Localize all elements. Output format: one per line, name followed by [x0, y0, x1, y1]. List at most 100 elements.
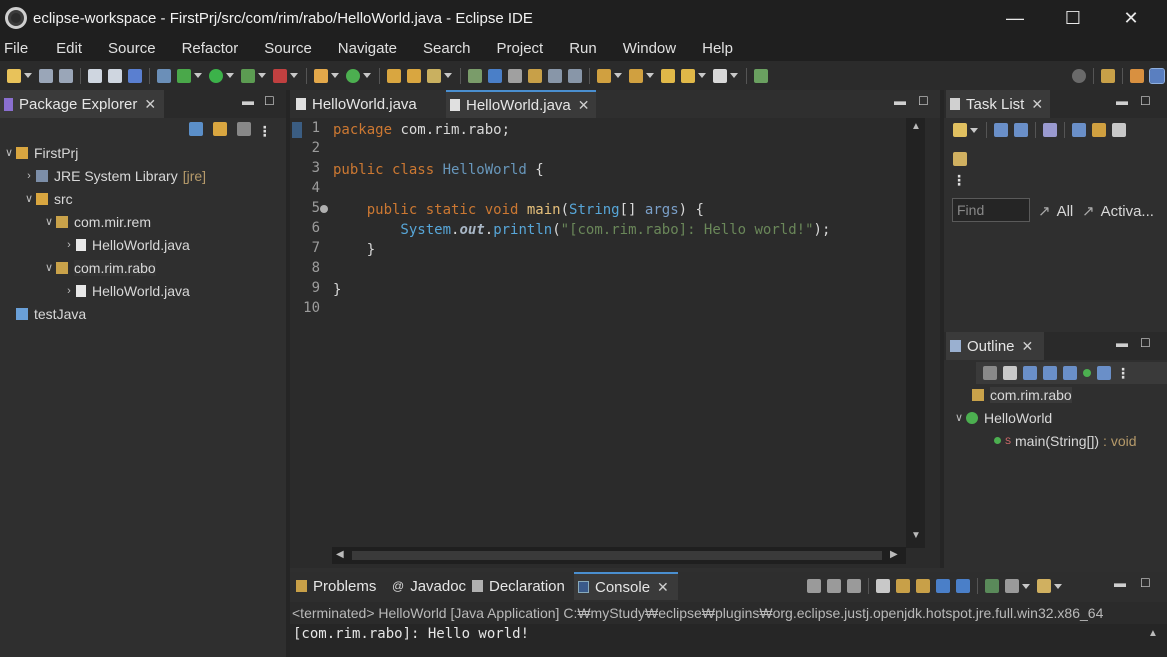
- terminal-icon[interactable]: [128, 68, 142, 83]
- save-icon[interactable]: [39, 68, 53, 83]
- menu-run[interactable]: Run: [564, 40, 606, 57]
- maximize-view-icon[interactable]: ☐: [918, 94, 929, 108]
- hide-completed-icon[interactable]: [1072, 123, 1086, 137]
- save-all-icon[interactable]: [59, 68, 73, 83]
- hide-non-public-icon[interactable]: [1063, 366, 1077, 380]
- scroll-left-icon[interactable]: ◀: [336, 549, 344, 560]
- toggle-breadcrumb-icon[interactable]: [468, 68, 482, 83]
- pin-console-icon[interactable]: [985, 579, 999, 593]
- sort-icon[interactable]: [983, 366, 997, 380]
- new-dropdown-icon[interactable]: [24, 73, 32, 78]
- close-icon[interactable]: ✕: [1022, 338, 1034, 355]
- close-icon[interactable]: ✕: [578, 97, 590, 114]
- outline-item-package[interactable]: com.rim.rabo: [972, 383, 1072, 406]
- editor-tab-helloworld-2[interactable]: HelloWorld.java ✕: [446, 90, 596, 118]
- chevron-right-icon[interactable]: ›: [22, 170, 36, 182]
- terminate-icon[interactable]: [807, 579, 821, 593]
- menu-file[interactable]: File: [0, 40, 37, 57]
- block-selection-icon[interactable]: [508, 68, 522, 83]
- open-console-icon[interactable]: [1037, 579, 1051, 593]
- task-repository-icon[interactable]: [953, 152, 967, 166]
- chevron-right-icon[interactable]: ›: [62, 285, 76, 297]
- categorized-icon[interactable]: [994, 123, 1008, 137]
- last-edit-location-icon[interactable]: [661, 68, 675, 83]
- collapse-all-icon[interactable]: [1003, 366, 1017, 380]
- minimize-view-icon[interactable]: ▬: [1116, 336, 1128, 350]
- editor-tab-helloworld-1[interactable]: HelloWorld.java: [292, 90, 444, 118]
- menu-edit[interactable]: Edit: [51, 40, 91, 57]
- run-icon[interactable]: [209, 68, 223, 83]
- minimize-view-icon[interactable]: ▬: [1116, 94, 1128, 108]
- tab-problems[interactable]: Problems: [292, 572, 384, 600]
- chevron-right-icon[interactable]: ›: [62, 239, 76, 251]
- tree-item-testjava[interactable]: testJava: [16, 302, 86, 325]
- outline-item-class[interactable]: ∨ HelloWorld: [952, 406, 1052, 429]
- link-with-editor-icon[interactable]: [1097, 366, 1111, 380]
- maximize-button[interactable]: ☐: [1044, 0, 1102, 36]
- menu-source[interactable]: Source: [103, 40, 165, 57]
- next-annotation-dropdown-icon[interactable]: [614, 73, 622, 78]
- menu-help[interactable]: Help: [697, 40, 742, 57]
- open-console-dropdown-icon[interactable]: [1054, 583, 1062, 589]
- new-icon[interactable]: [7, 68, 21, 83]
- open-perspective-icon[interactable]: [1101, 68, 1115, 83]
- maximize-view-icon[interactable]: ☐: [1140, 576, 1151, 590]
- chevron-down-icon[interactable]: ∨: [42, 215, 56, 228]
- new-java-project-dropdown-icon[interactable]: [331, 73, 339, 78]
- clear-console-icon[interactable]: [876, 579, 890, 593]
- skip-breakpoints-icon[interactable]: [157, 68, 171, 83]
- display-console-icon[interactable]: [1005, 579, 1019, 593]
- focus-icon[interactable]: [1092, 123, 1106, 137]
- chevron-down-icon[interactable]: ∨: [22, 192, 36, 205]
- scroll-right-icon[interactable]: ▶: [890, 549, 898, 560]
- coverage-icon[interactable]: [241, 68, 255, 83]
- view-menu-icon[interactable]: ⋮: [952, 172, 966, 189]
- view-menu-icon[interactable]: ⋮: [258, 123, 272, 139]
- hide-static-icon[interactable]: [1043, 366, 1057, 380]
- run-dropdown-icon[interactable]: [226, 73, 234, 78]
- filter-icon[interactable]: [236, 122, 251, 136]
- coverage-dropdown-icon[interactable]: [258, 73, 266, 78]
- previous-annotation-dropdown-icon[interactable]: [646, 73, 654, 78]
- back-dropdown-icon[interactable]: [698, 73, 706, 78]
- filter-all-link[interactable]: ↗ All: [1038, 202, 1073, 220]
- java-perspective-icon[interactable]: [1149, 67, 1165, 84]
- pilcrow-icon[interactable]: [568, 68, 582, 83]
- maximize-view-icon[interactable]: ☐: [1140, 94, 1151, 108]
- activate-link[interactable]: ↗ Activa...: [1082, 202, 1154, 220]
- code-editor[interactable]: 1 2 3 4 5 6 7 8 9 10 package com.rim.rab…: [290, 118, 940, 568]
- scroll-thumb[interactable]: [352, 551, 882, 560]
- open-type-icon[interactable]: [387, 68, 401, 83]
- redo-icon[interactable]: [108, 68, 122, 83]
- open-task-icon[interactable]: [407, 68, 421, 83]
- debug-dropdown-icon[interactable]: [194, 73, 202, 78]
- tab-javadoc[interactable]: @ Javadoc: [388, 572, 466, 600]
- next-annotation-icon[interactable]: [597, 68, 611, 83]
- menu-source-2[interactable]: Source: [259, 40, 321, 57]
- new-task-dropdown-icon[interactable]: [970, 127, 978, 133]
- word-wrap-icon[interactable]: [916, 579, 930, 593]
- console-output[interactable]: [com.rim.rabo]: Hello world!: [290, 624, 1167, 657]
- debug-perspective-icon[interactable]: [1130, 68, 1144, 83]
- remove-launch-icon[interactable]: [827, 579, 841, 593]
- task-find-input[interactable]: Find: [952, 198, 1030, 222]
- minimize-button[interactable]: —: [986, 0, 1044, 36]
- minimize-view-icon[interactable]: ▬: [242, 94, 254, 108]
- chevron-down-icon[interactable]: ∨: [2, 146, 16, 159]
- tree-item-helloworld-1[interactable]: › HelloWorld.java: [62, 233, 190, 256]
- collapse-tasks-icon[interactable]: [1112, 123, 1126, 137]
- minimize-view-icon[interactable]: ▬: [1114, 576, 1126, 590]
- show-on-stderr-icon[interactable]: [956, 579, 970, 593]
- pin-editor-icon[interactable]: [754, 68, 768, 83]
- toggle-mark-occurrences-icon[interactable]: [488, 68, 502, 83]
- maximize-view-icon[interactable]: ☐: [264, 94, 275, 108]
- tree-item-helloworld-2[interactable]: › HelloWorld.java: [62, 279, 190, 302]
- show-whitespace-icon[interactable]: [548, 68, 562, 83]
- show-on-stdout-icon[interactable]: [936, 579, 950, 593]
- tree-item-com-rim-rabo[interactable]: ∨ com.rim.rabo: [42, 256, 156, 279]
- sync-icon[interactable]: [1043, 123, 1057, 137]
- new-task-icon[interactable]: [953, 123, 967, 137]
- outline-item-method[interactable]: S main(String[]) : void: [994, 429, 1137, 452]
- chevron-down-icon[interactable]: ∨: [42, 261, 56, 274]
- undo-icon[interactable]: [88, 68, 102, 83]
